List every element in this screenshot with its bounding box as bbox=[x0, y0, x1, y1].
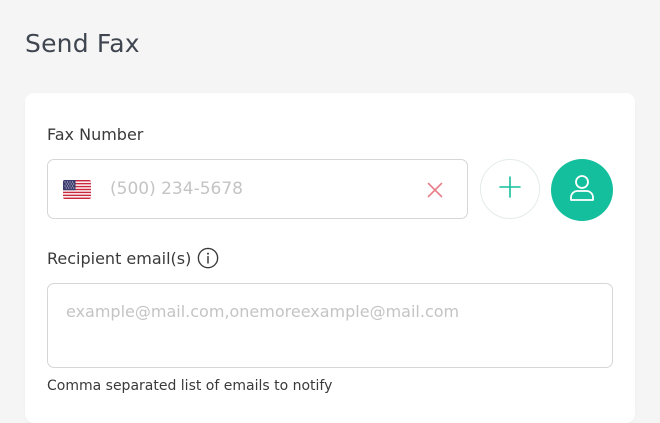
close-icon[interactable] bbox=[425, 180, 445, 200]
fax-number-label: Fax Number bbox=[47, 125, 144, 144]
recipient-emails-label-row: Recipient email(s) bbox=[47, 246, 219, 270]
user-icon bbox=[569, 174, 595, 206]
recipient-emails-textarea[interactable] bbox=[47, 283, 613, 368]
us-flag-icon[interactable] bbox=[63, 180, 91, 199]
contacts-button[interactable] bbox=[551, 159, 613, 221]
fax-number-input[interactable] bbox=[110, 174, 410, 204]
info-icon[interactable] bbox=[197, 246, 219, 269]
recipient-emails-label: Recipient email(s) bbox=[47, 249, 192, 268]
page-title: Send Fax bbox=[25, 29, 140, 58]
send-fax-card: Fax Number (500) 234-5678 Recipient emai… bbox=[25, 93, 635, 423]
fax-number-field[interactable] bbox=[47, 159, 468, 219]
recipient-emails-helper: Comma separated list of emails to notify bbox=[47, 378, 333, 394]
plus-icon bbox=[498, 175, 522, 203]
add-fax-number-button[interactable] bbox=[480, 159, 540, 219]
